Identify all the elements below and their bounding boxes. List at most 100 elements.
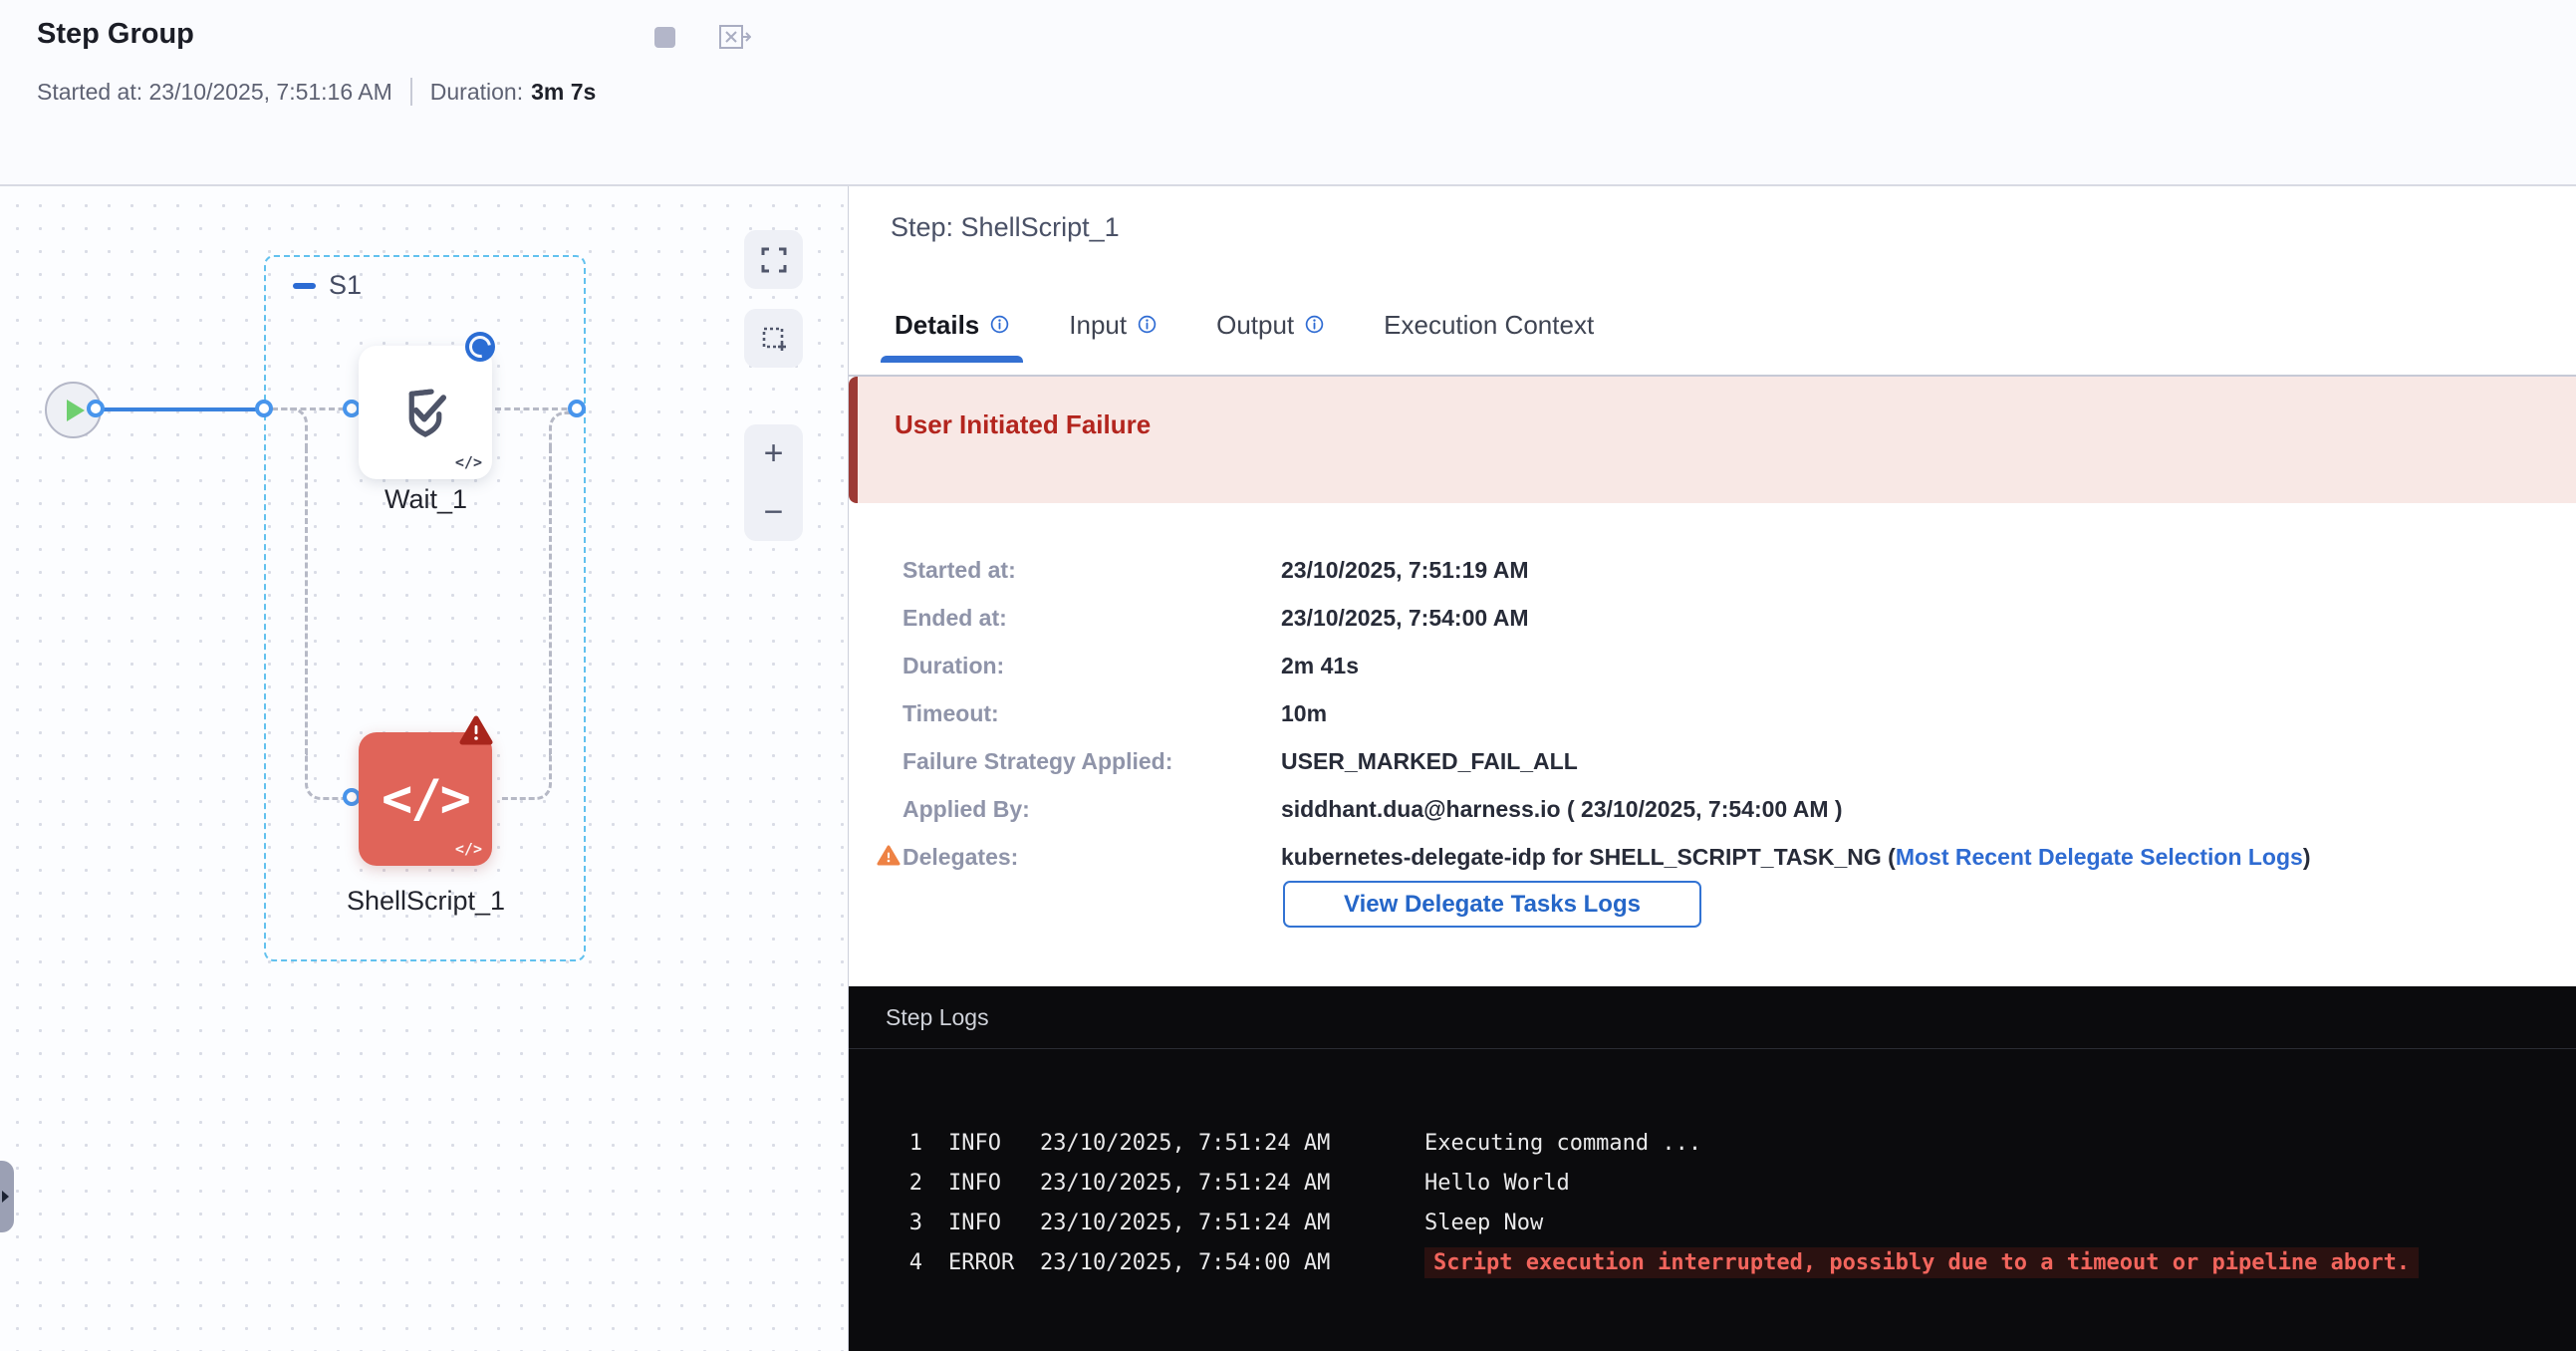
info-icon xyxy=(990,310,1009,341)
failure-banner-text: User Initiated Failure xyxy=(895,409,1151,440)
log-line-number: 3 xyxy=(901,1211,922,1235)
tab-execution-context[interactable]: Execution Context xyxy=(1384,310,1594,363)
log-line-number: 2 xyxy=(901,1171,922,1196)
detail-value: 10m xyxy=(1281,700,1327,727)
log-message: Executing command ... xyxy=(1424,1131,1701,1156)
group-label: S1 xyxy=(329,270,362,301)
detail-row: Timeout:10m xyxy=(902,689,2311,737)
zoom-out-button[interactable]: − xyxy=(764,495,784,529)
code-glyph: </> xyxy=(455,453,482,471)
log-level: ERROR xyxy=(948,1250,1020,1275)
log-timestamp: 23/10/2025, 7:51:24 AM xyxy=(1040,1171,1395,1196)
log-message: Sleep Now xyxy=(1424,1211,1543,1235)
duration-value: 3m 7s xyxy=(531,79,596,106)
detail-value-prefix: kubernetes-delegate-idp for SHELL_SCRIPT… xyxy=(1281,844,1896,870)
edge-branch-right-top-curve xyxy=(549,411,581,451)
detail-row: Ended at:23/10/2025, 7:54:00 AM xyxy=(902,594,2311,642)
edge-branch-left-vertical xyxy=(305,447,308,754)
started-at-text: Started at: 23/10/2025, 7:51:16 AM xyxy=(37,79,392,106)
detail-value: 23/10/2025, 7:51:19 AM xyxy=(1281,557,1528,584)
abort-exit-icon xyxy=(717,22,751,52)
stop-button[interactable] xyxy=(647,22,681,52)
log-level: INFO xyxy=(948,1131,1020,1156)
tab-label: Execution Context xyxy=(1384,310,1594,341)
detail-row: Started at:23/10/2025, 7:51:19 AM xyxy=(902,546,2311,594)
log-line: 2INFO23/10/2025, 7:51:24 AMHello World xyxy=(901,1163,2576,1203)
chevron-right-icon xyxy=(1,1190,10,1204)
edge-wait-to-group-end xyxy=(495,407,577,410)
detail-value-suffix: ) xyxy=(2303,844,2311,870)
edge-start-to-group xyxy=(96,407,265,411)
expand-panel-handle[interactable] xyxy=(0,1161,14,1232)
log-timestamp: 23/10/2025, 7:54:00 AM xyxy=(1040,1250,1395,1275)
wait-node-label: Wait_1 xyxy=(329,484,523,515)
log-message: Script execution interrupted, possibly d… xyxy=(1424,1247,2419,1278)
node-shellscript-1[interactable]: </> </> xyxy=(359,732,492,866)
log-lines[interactable]: 1 INFO 23/10/2025, 7:51:24 AM Executing com… xyxy=(849,1049,2576,1282)
detail-value: siddhant.dua@harness.io ( 23/10/2025, 7:… xyxy=(1281,796,1843,823)
duration-label: Duration: xyxy=(430,79,523,106)
connector-group-out[interactable] xyxy=(568,400,586,417)
info-icon xyxy=(1138,310,1157,341)
detail-label: Applied By: xyxy=(902,796,1281,823)
detail-label: Failure Strategy Applied: xyxy=(902,748,1281,775)
stop-icon xyxy=(654,27,675,48)
page-title: Step Group xyxy=(37,18,194,51)
node-wait-1[interactable]: </> xyxy=(359,346,492,479)
log-line: 4ERROR23/10/2025, 7:54:00 AMScript execu… xyxy=(901,1242,2576,1282)
tab-input[interactable]: Input xyxy=(1069,310,1157,363)
running-status-spinner xyxy=(465,332,495,362)
detail-label: Duration: xyxy=(902,653,1281,679)
code-glyph: </> xyxy=(455,840,482,858)
log-message: Hello World xyxy=(1424,1171,1570,1196)
edge-branch-right-vertical xyxy=(549,447,552,754)
abort-expired-button[interactable] xyxy=(717,22,751,52)
step-panel-title: Step: ShellScript_1 xyxy=(891,212,1120,243)
log-line: 3INFO23/10/2025, 7:51:24 AMSleep Now xyxy=(901,1203,2576,1242)
shell-script-icon: </> xyxy=(382,769,469,829)
step-logs-panel: Step Logs 1 INFO 23/10/2025, 7:51:24 AM Exe… xyxy=(849,986,2576,1351)
log-timestamp: 23/10/2025, 7:51:24 AM xyxy=(1040,1211,1395,1235)
tab-details[interactable]: Details xyxy=(895,310,1009,363)
warning-icon xyxy=(877,845,901,872)
step-logs-header: Step Logs xyxy=(849,986,2576,1049)
zoom-in-button[interactable]: + xyxy=(764,436,784,470)
failed-status-badge xyxy=(459,715,493,751)
fullscreen-icon xyxy=(760,246,788,274)
zoom-controls: + − xyxy=(744,424,803,541)
play-icon xyxy=(67,400,85,421)
detail-value: USER_MARKED_FAIL_ALL xyxy=(1281,748,1578,775)
edge-branch-right-bottom-curve xyxy=(501,752,552,800)
shield-check-icon xyxy=(392,380,458,445)
detail-label: Timeout: xyxy=(902,700,1281,727)
shell-node-label: ShellScript_1 xyxy=(309,886,543,917)
pipeline-graph-canvas[interactable]: S1 </> Wait_1 </> </> xyxy=(0,186,848,1351)
failure-banner: User Initiated Failure xyxy=(849,377,2576,503)
edge-branch-left-top-curve xyxy=(272,407,308,449)
detail-value: kubernetes-delegate-idp for SHELL_SCRIPT… xyxy=(1281,844,2311,871)
step-details-panel: Step: ShellScript_1 Details Input Output Ex… xyxy=(848,186,2576,1351)
detail-row: Applied By:siddhant.dua@harness.io ( 23/… xyxy=(902,785,2311,833)
log-timestamp: 23/10/2025, 7:51:24 AM xyxy=(1040,1131,1395,1156)
marquee-select-button[interactable] xyxy=(744,309,803,368)
step-details-list: Started at:23/10/2025, 7:51:19 AMEnded a… xyxy=(902,546,2311,881)
detail-label: Started at: xyxy=(902,557,1281,584)
collapse-group-icon[interactable] xyxy=(293,283,316,289)
header-divider xyxy=(410,78,412,106)
tab-label: Details xyxy=(895,310,979,341)
log-line-number: 1 xyxy=(901,1131,922,1156)
view-delegate-tasks-logs-button[interactable]: View Delegate Tasks Logs xyxy=(1283,881,1701,928)
detail-row: Duration:2m 41s xyxy=(902,642,2311,689)
step-tabs: Details Input Output Execution Context xyxy=(895,310,1594,363)
connector-start-out[interactable] xyxy=(87,400,105,417)
step-logs-title: Step Logs xyxy=(886,1004,989,1031)
fit-to-screen-button[interactable] xyxy=(744,230,803,289)
delegate-selection-logs-link[interactable]: Most Recent Delegate Selection Logs xyxy=(1896,844,2303,870)
tab-output[interactable]: Output xyxy=(1216,310,1324,363)
tab-label: Output xyxy=(1216,310,1294,341)
marquee-selection-icon xyxy=(760,325,788,353)
detail-value: 23/10/2025, 7:54:00 AM xyxy=(1281,605,1528,632)
connector-group-in[interactable] xyxy=(255,400,273,417)
detail-row: Failure Strategy Applied:USER_MARKED_FAI… xyxy=(902,737,2311,785)
info-icon xyxy=(1305,310,1324,341)
